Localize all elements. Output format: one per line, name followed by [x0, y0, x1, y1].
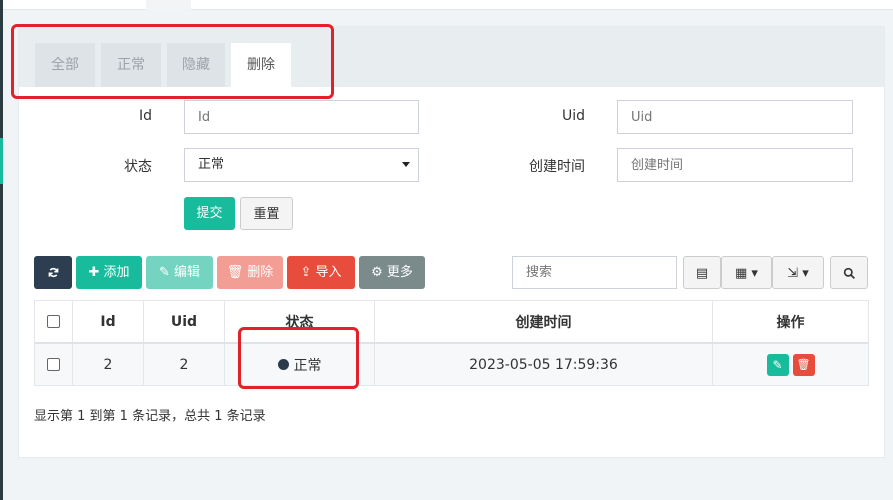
row-checkbox-cell — [35, 344, 73, 385]
edit-button[interactable]: ✎ 编辑 — [146, 256, 213, 289]
toggle-view-button[interactable]: ▤ — [683, 256, 721, 289]
columns-button[interactable]: ▦ ▾ — [721, 256, 772, 289]
trash-icon: 🗑 — [226, 265, 244, 280]
add-button-label: 添加 — [103, 265, 130, 280]
more-button-label: 更多 — [386, 265, 413, 280]
refresh-button[interactable] — [34, 256, 72, 289]
tab-all[interactable]: 全部 — [35, 43, 95, 87]
add-button[interactable]: ✚ 添加 — [76, 256, 142, 289]
pencil-icon: ✎ — [772, 357, 783, 372]
status-dot-icon — [277, 359, 289, 370]
status-tab-bar: 全部 正常 隐藏 删除 — [19, 27, 884, 87]
cell-id: 2 — [73, 344, 144, 385]
search-button[interactable] — [830, 256, 868, 289]
id-label: Id — [138, 108, 152, 124]
delete-button-label: 删除 — [247, 265, 274, 280]
grid-icon: ▦ ▾ — [735, 266, 758, 281]
cell-uid: 2 — [144, 344, 225, 385]
status-label: 状态 — [124, 159, 152, 175]
table-row: 2 2 正常 2023-05-05 17:59:36 ✎ 🗑 — [35, 344, 868, 385]
table-header: Id Uid 状态 创建时间 操作 — [35, 301, 868, 344]
more-button[interactable]: ⚙ 更多 — [359, 256, 425, 289]
chevron-down-icon — [402, 162, 410, 167]
id-input[interactable] — [184, 100, 419, 134]
top-tab-stub[interactable] — [146, 0, 191, 10]
row-edit-button[interactable]: ✎ — [766, 353, 789, 376]
plus-icon: ✚ — [88, 265, 100, 280]
import-button-label: 导入 — [315, 265, 342, 280]
row-delete-button[interactable]: 🗑 — [792, 353, 815, 376]
uid-input[interactable] — [617, 100, 853, 134]
cell-actions: ✎ 🗑 — [713, 344, 868, 385]
column-header-status[interactable]: 状态 — [225, 301, 375, 342]
column-header-uid[interactable]: Uid — [144, 301, 225, 342]
tab-hidden[interactable]: 隐藏 — [167, 43, 225, 87]
column-header-id[interactable]: Id — [73, 301, 144, 342]
uid-label: Uid — [561, 108, 585, 124]
tab-normal[interactable]: 正常 — [101, 43, 161, 87]
top-tab-bar — [3, 0, 893, 10]
status-select[interactable]: 正常 — [184, 148, 419, 182]
search-input[interactable] — [512, 256, 677, 289]
import-button[interactable]: ⇪ 导入 — [287, 256, 355, 289]
submit-button[interactable]: 提交 — [184, 197, 235, 230]
tab-deleted[interactable]: 删除 — [231, 43, 291, 87]
header-checkbox-cell — [35, 301, 73, 342]
pencil-icon: ✎ — [159, 265, 170, 280]
edit-button-label: 编辑 — [173, 265, 200, 280]
delete-button[interactable]: 🗑 删除 — [217, 256, 283, 289]
status-text: 正常 — [293, 357, 322, 374]
created-time-input[interactable] — [617, 148, 853, 182]
cell-created-time: 2023-05-05 17:59:36 — [375, 344, 713, 385]
select-all-checkbox[interactable] — [47, 315, 60, 328]
cell-status: 正常 — [225, 344, 375, 385]
pagination-info: 显示第 1 到第 1 条记录，总共 1 条记录 — [34, 409, 266, 424]
export-icon: ⇲ ▾ — [787, 266, 809, 281]
gear-icon: ⚙ — [371, 265, 383, 280]
column-header-created-time[interactable]: 创建时间 — [375, 301, 713, 342]
export-button[interactable]: ⇲ ▾ — [772, 256, 824, 289]
upload-icon: ⇪ — [300, 265, 312, 280]
reset-button[interactable]: 重置 — [240, 197, 293, 230]
sidebar-active-marker — [0, 138, 3, 184]
search-icon — [843, 267, 855, 279]
column-header-actions: 操作 — [776, 314, 805, 331]
row-checkbox[interactable] — [47, 358, 60, 371]
data-table: Id Uid 状态 创建时间 操作 2 2 正常 2023-05-05 17:5… — [34, 300, 869, 386]
created-time-label: 创建时间 — [529, 159, 585, 175]
refresh-icon — [48, 267, 58, 278]
main-panel: 全部 正常 隐藏 删除 — [18, 26, 885, 458]
list-icon: ▤ — [695, 266, 709, 281]
trash-icon: 🗑 — [796, 357, 811, 371]
status-select-value: 正常 — [198, 157, 225, 172]
sidebar-edge — [0, 0, 3, 500]
